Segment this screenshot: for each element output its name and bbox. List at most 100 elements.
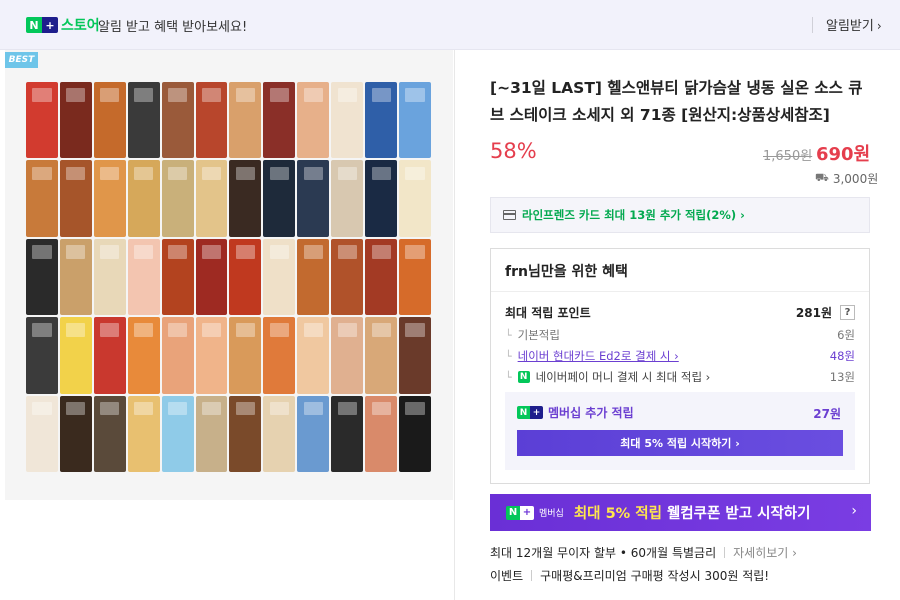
- promo-text: 최대 5% 적립 웰컴쿠폰 받고 시작하기: [574, 502, 811, 523]
- installment-text: 최대 12개월 무이자 할부 • 60개월 특별금리: [490, 546, 717, 560]
- product-package-tile: [297, 238, 330, 316]
- plus-icon: +: [520, 505, 534, 520]
- basic-points-row: └ 기본적립 6원: [505, 327, 855, 343]
- product-package-tile: [229, 82, 262, 159]
- product-package-tile: [365, 238, 398, 316]
- membership-head: N + 멤버십 추가 적립: [517, 404, 634, 421]
- product-package-tile: [263, 160, 296, 237]
- product-package-tile: [195, 395, 228, 472]
- product-package-tile: [93, 160, 126, 237]
- membership-start-button[interactable]: 최대 5% 적립 시작하기 ›: [517, 430, 843, 456]
- product-package-tile: [59, 160, 92, 237]
- naver-n-icon: N: [26, 17, 42, 33]
- membership-tag: 멤버십: [539, 509, 564, 519]
- shipping-fee-value: 3,000원: [832, 172, 879, 186]
- chevron-right-icon: ›: [851, 503, 857, 519]
- hyundai-card-value: 48원: [829, 349, 855, 363]
- product-package-tile: [229, 395, 262, 472]
- product-package-tile: [297, 317, 330, 394]
- membership-value: 27원: [813, 407, 841, 421]
- product-package-tile: [399, 238, 431, 316]
- product-package-tile: [127, 395, 160, 472]
- product-package-tile: [365, 82, 398, 159]
- product-image[interactable]: [26, 82, 431, 472]
- naver-n-icon: N: [517, 406, 530, 419]
- product-package-tile: [93, 395, 126, 472]
- product-package-tile: [331, 317, 364, 394]
- shipping-fee: ⛟ 3,000원: [815, 170, 878, 187]
- sale-price: 690원: [816, 144, 871, 165]
- product-package-tile: [195, 238, 228, 316]
- product-package-tile: [26, 82, 58, 159]
- help-button[interactable]: ?: [840, 305, 855, 320]
- tree-branch-icon: └: [505, 349, 512, 363]
- product-package-tile: [263, 238, 296, 316]
- product-package-tile: [195, 317, 228, 394]
- banner-message: 알림 받고 혜택 받아보세요!: [98, 20, 248, 35]
- product-package-tile: [161, 82, 194, 159]
- best-badge: BEST: [5, 52, 38, 68]
- divider: [724, 547, 726, 558]
- product-package-tile: [399, 82, 431, 159]
- product-package-tile: [59, 82, 92, 159]
- product-package-tile: [331, 82, 364, 159]
- product-package-tile: [127, 238, 160, 316]
- store-label: 스토어: [61, 18, 100, 34]
- max-points-label: 최대 적립 포인트: [505, 306, 591, 320]
- product-package-tile: [297, 395, 330, 472]
- product-package-tile: [399, 395, 431, 472]
- product-package-tile: [297, 82, 330, 159]
- max-points-value: 281원: [795, 306, 832, 320]
- installment-info: 최대 12개월 무이자 할부 • 60개월 특별금리 자세히보기 ›: [490, 544, 797, 561]
- product-package-tile: [263, 395, 296, 472]
- product-package-tile: [365, 395, 398, 472]
- product-package-tile: [161, 395, 194, 472]
- product-package-tile: [331, 238, 364, 316]
- alarm-button[interactable]: 알림받기 ›: [826, 15, 882, 34]
- product-package-tile: [331, 395, 364, 472]
- discount-rate: 58%: [490, 139, 537, 163]
- naver-plus-badge: N +: [26, 17, 58, 33]
- product-package-tile: [263, 82, 296, 159]
- product-package-tile: [93, 238, 126, 316]
- divider: [812, 17, 813, 33]
- naverpay-value: 13원: [829, 370, 855, 384]
- product-package-tile: [127, 160, 160, 237]
- naverpay-row: └ N 네이버페이 머니 결제 시 최대 적립 › 13원: [505, 369, 855, 385]
- alarm-button-label: 알림받기: [826, 19, 874, 34]
- product-package-tile: [26, 160, 58, 237]
- product-package-tile: [399, 160, 431, 237]
- product-package-tile: [195, 160, 228, 237]
- product-package-tile: [297, 160, 330, 237]
- product-package-tile: [93, 317, 126, 394]
- tree-branch-icon: └: [505, 370, 512, 384]
- product-title: [~31일 LAST] 헬스앤뷰티 닭가슴살 냉동 실온 소스 큐브 스테이크 …: [490, 79, 863, 124]
- product-package-tile: [161, 160, 194, 237]
- max-points-row: 최대 적립 포인트 281원 ?: [505, 304, 855, 321]
- basic-points-value: 6원: [837, 328, 855, 342]
- plus-icon: +: [42, 17, 58, 33]
- hyundai-card-row: └ 네이버 현대카드 Ed2로 결제 시 › 48원: [505, 348, 855, 364]
- product-package-tile: [263, 317, 296, 394]
- notification-banner: N + 스토어 알림 받고 혜택 받아보세요! 알림받기 ›: [0, 0, 900, 50]
- card-benefit-link[interactable]: 라인프렌즈 카드 최대 13원 추가 적립(2%) ›: [490, 197, 870, 233]
- product-package-tile: [93, 82, 126, 159]
- product-package-tile: [26, 238, 58, 316]
- tree-branch-icon: └: [505, 328, 512, 342]
- event-info: 이벤트 구매평&프리미엄 구매평 작성시 300원 적립!: [490, 567, 769, 584]
- truck-icon: ⛟: [815, 171, 829, 184]
- product-package-tile: [331, 160, 364, 237]
- hyundai-card-link[interactable]: 네이버 현대카드 Ed2로 결제 시 ›: [518, 348, 679, 364]
- membership-label: 멤버십 추가 적립: [548, 406, 634, 420]
- product-package-tile: [229, 317, 262, 394]
- detail-link[interactable]: 자세히보기 ›: [733, 544, 797, 561]
- product-package-tile: [161, 317, 194, 394]
- product-package-tile: [399, 317, 431, 394]
- product-package-tile: [161, 238, 194, 316]
- max-points-value-wrap: 281원 ?: [796, 304, 855, 321]
- membership-promo-banner[interactable]: N + 멤버십 최대 5% 적립 웰컴쿠폰 받고 시작하기 ›: [490, 494, 871, 531]
- original-price: 1,650원: [763, 149, 813, 164]
- divider: [491, 291, 869, 292]
- naverpay-link[interactable]: 네이버페이 머니 결제 시 최대 적립 ›: [536, 369, 711, 385]
- divider: [454, 50, 455, 600]
